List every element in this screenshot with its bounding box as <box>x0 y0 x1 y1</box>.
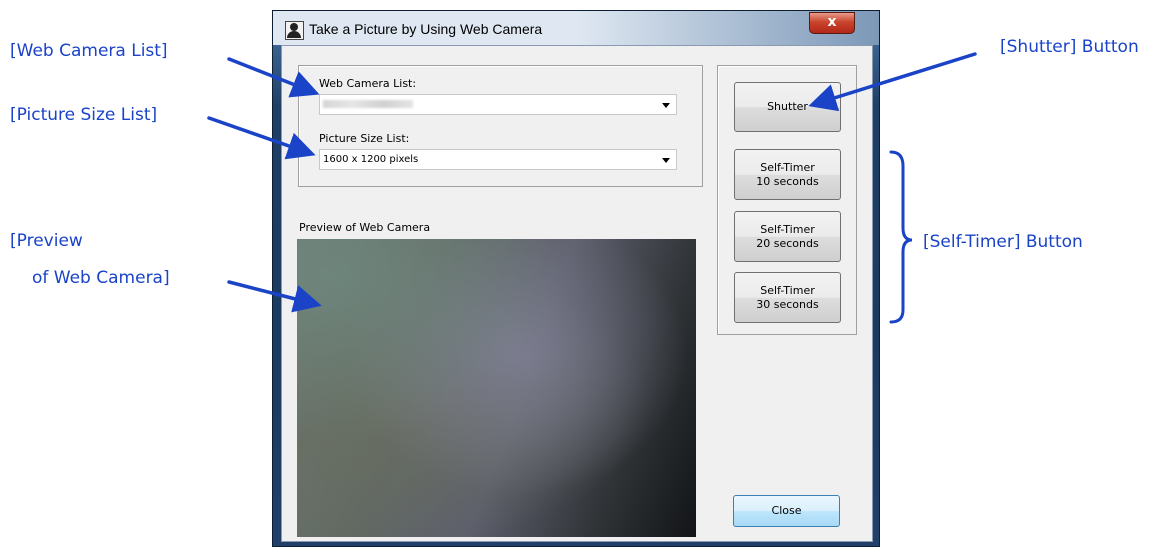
annotation-arrows <box>207 52 977 324</box>
arrow-web-camera-list <box>227 57 320 98</box>
arrow-preview <box>227 280 322 313</box>
arrow-picture-size-list <box>207 116 316 160</box>
brace-self-timer <box>889 150 913 324</box>
arrow-shutter <box>808 52 977 112</box>
